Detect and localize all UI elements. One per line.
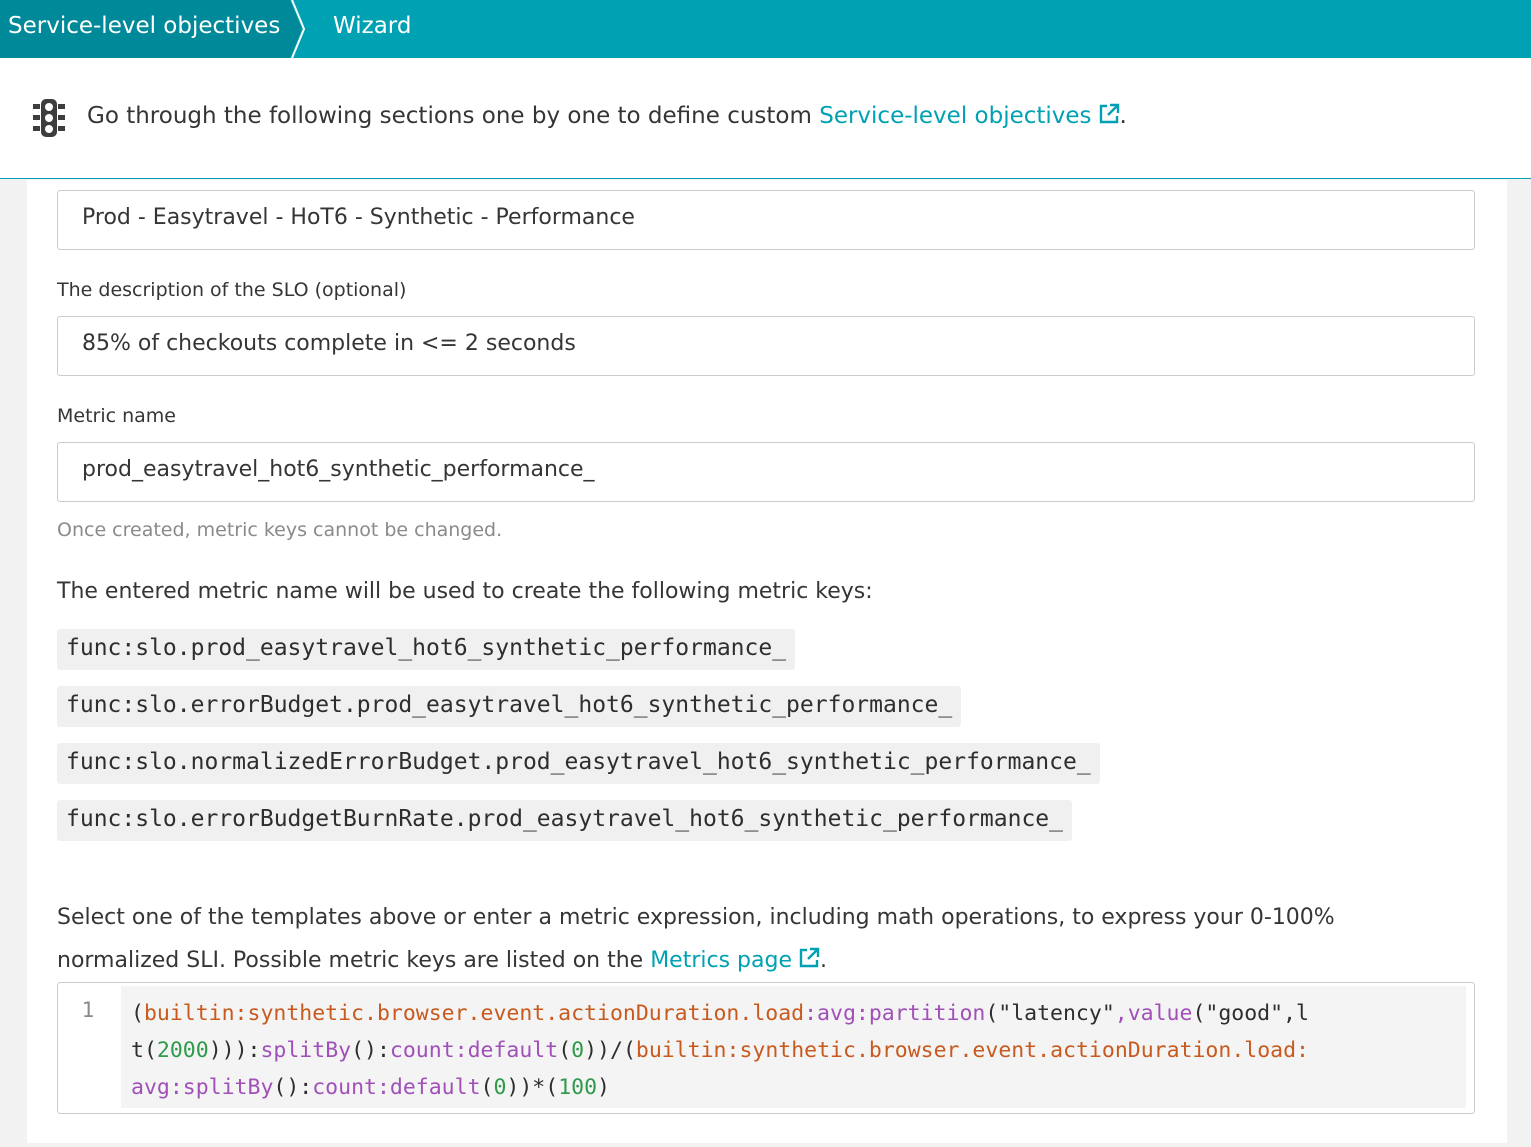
code-token: builtin:synthetic.browser.event.actionDu… [635, 1038, 1309, 1063]
editor-code-area[interactable]: (builtin:synthetic.browser.event.actionD… [121, 986, 1466, 1108]
code-token: ) [597, 1075, 610, 1100]
code-token: 0 [493, 1075, 507, 1100]
metrics-page-link[interactable]: Metrics page [650, 947, 820, 973]
code-token: count:default [312, 1075, 481, 1100]
code-token: ( [143, 1038, 157, 1063]
code-token: ( [131, 1001, 144, 1026]
code-line: avg:splitBy():count:default(0))*(100) [131, 1069, 1466, 1106]
expression-help-text: normalized SLI. Possible metric keys are… [57, 948, 644, 973]
intro-text: Go through the following sections one by… [87, 103, 1127, 129]
code-token: 100 [558, 1075, 598, 1100]
code-token: :avg:partition [804, 1001, 986, 1026]
code-token: t [131, 1038, 144, 1063]
code-token: builtin:synthetic.browser.event.actionDu… [143, 1001, 805, 1026]
code-token: ))): [208, 1038, 261, 1063]
slo-docs-link[interactable]: Service-level objectives [819, 103, 1119, 129]
code-token: count:default [389, 1038, 559, 1063]
metric-key-chip: func:slo.normalizedErrorBudget.prod_easy… [57, 743, 1100, 784]
metric-keys-intro: The entered metric name will be used to … [57, 579, 873, 604]
breadcrumb-item-slo-label[interactable]: Service-level objectives [8, 13, 280, 39]
metric-key-chip: func:slo.prod_easytravel_hot6_synthetic_… [57, 629, 796, 670]
code-line: (builtin:synthetic.browser.event.actionD… [131, 995, 1466, 1032]
expression-help-line1: Select one of the templates above or ent… [57, 905, 1335, 930]
expression-help-after: . [820, 948, 827, 973]
code-token: 2000 [156, 1038, 209, 1063]
intro-banner: Go through the following sections one by… [0, 58, 1531, 179]
description-label: The description of the SLO (optional) [57, 279, 407, 301]
traffic-light-icon [33, 99, 65, 137]
code-token: splitBy [260, 1038, 352, 1063]
intro-text-before: Go through the following sections one by… [87, 103, 812, 129]
expression-help-line2: normalized SLI. Possible metric keys are… [57, 947, 827, 973]
code-token: ,value [1114, 1001, 1193, 1026]
code-token: ("latency" [985, 1001, 1115, 1026]
breadcrumb-item-wizard[interactable]: Wizard [333, 13, 411, 39]
slo-docs-link-label[interactable]: Service-level objectives [819, 103, 1091, 129]
code-token: ( [480, 1075, 494, 1100]
metric-name-field[interactable]: prod_easytravel_hot6_synthetic_performan… [57, 442, 1475, 502]
code-token: avg:splitBy [131, 1075, 274, 1100]
metric-name-label: Metric name [57, 405, 176, 427]
code-token: ("good",l [1192, 1001, 1309, 1026]
code-token: ))/( [584, 1038, 636, 1063]
external-link-icon[interactable] [1098, 103, 1120, 125]
code-token: (): [351, 1038, 390, 1063]
code-token: ))*( [506, 1075, 559, 1100]
breadcrumb: Service-level objectives Wizard [0, 0, 1531, 58]
metric-key-chip: func:slo.errorBudgetBurnRate.prod_easytr… [57, 800, 1072, 841]
code-token: (): [273, 1075, 313, 1100]
code-token: 0 [571, 1038, 585, 1063]
description-field[interactable]: 85% of checkouts complete in <= 2 second… [57, 316, 1475, 376]
chevron-right-icon [291, 0, 306, 58]
code-token: ( [558, 1038, 572, 1063]
code-line: t(2000))):splitBy():count:default(0))/(b… [131, 1032, 1466, 1069]
metric-key-chip: func:slo.errorBudget.prod_easytravel_hot… [57, 686, 962, 727]
slo-name-field[interactable]: Prod - Easytravel - HoT6 - Synthetic - P… [57, 190, 1475, 250]
intro-text-after: . [1119, 103, 1127, 129]
metric-expression-editor[interactable]: 1 (builtin:synthetic.browser.event.actio… [57, 982, 1475, 1114]
metric-name-hint: Once created, metric keys cannot be chan… [57, 519, 503, 541]
editor-line-number: 1 [81, 998, 95, 1022]
metrics-page-link-label[interactable]: Metrics page [650, 948, 792, 973]
external-link-icon[interactable] [798, 947, 820, 969]
